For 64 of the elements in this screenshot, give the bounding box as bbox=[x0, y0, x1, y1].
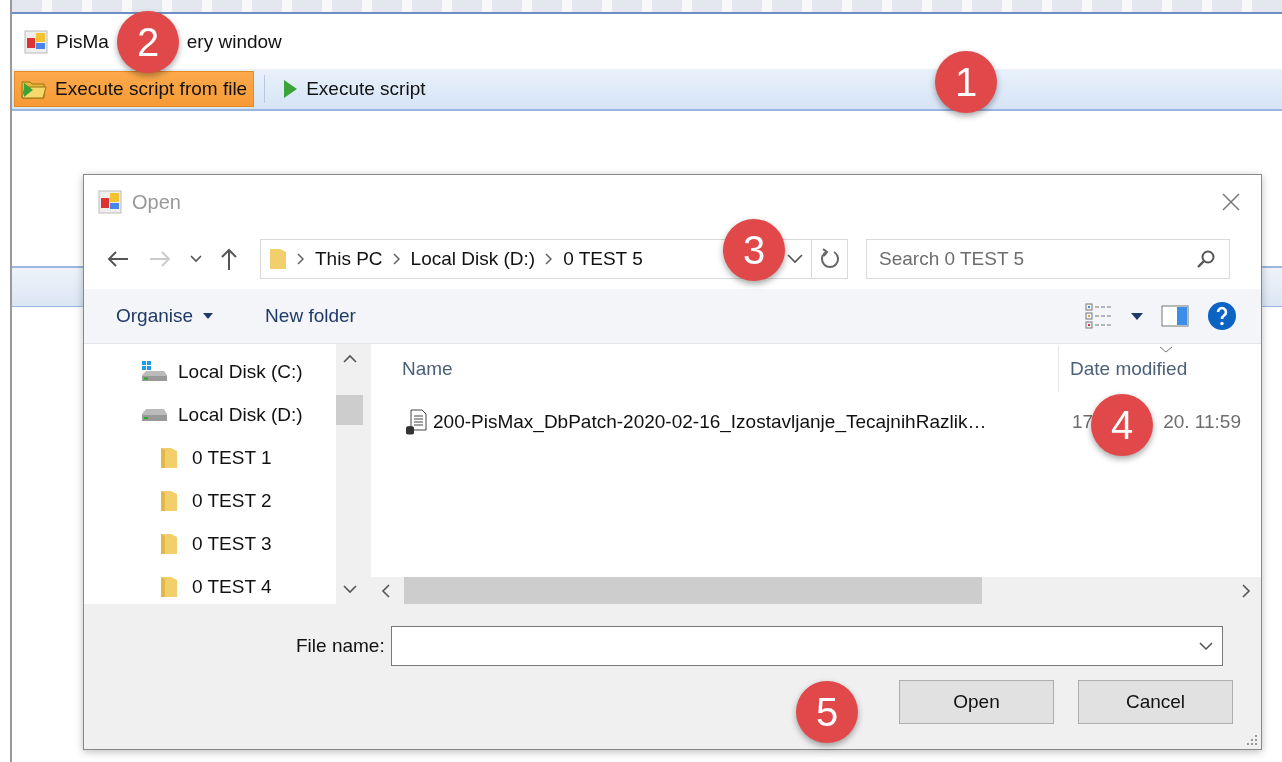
search-field[interactable]: Search 0 TEST 5 bbox=[866, 239, 1230, 279]
preview-pane-icon[interactable] bbox=[1161, 305, 1189, 327]
close-icon[interactable] bbox=[1221, 192, 1241, 212]
chevron-down-icon[interactable] bbox=[190, 255, 202, 263]
breadcrumb-item[interactable]: Local Disk (D:) bbox=[410, 248, 536, 270]
breadcrumb-item[interactable]: 0 TEST 5 bbox=[563, 248, 643, 270]
up-arrow-icon[interactable] bbox=[220, 247, 238, 271]
play-icon bbox=[282, 79, 299, 99]
view-list-icon[interactable] bbox=[1085, 303, 1113, 329]
column-header[interactable]: Date modified bbox=[1059, 346, 1188, 392]
app-icon bbox=[98, 190, 122, 214]
toolbar-button[interactable]: Execute script from file bbox=[14, 71, 255, 107]
folder-icon bbox=[160, 445, 178, 470]
help-icon[interactable] bbox=[1207, 301, 1237, 331]
chevron-right-icon bbox=[297, 253, 305, 265]
nav-item[interactable]: 0 TEST 1 bbox=[84, 436, 336, 479]
script-file-icon bbox=[405, 409, 427, 435]
folder-play-icon bbox=[21, 78, 47, 100]
scroll-down-icon[interactable] bbox=[342, 585, 357, 594]
file-name-label: File name: bbox=[296, 635, 385, 657]
drive-icon bbox=[140, 360, 168, 383]
refresh-icon bbox=[818, 248, 841, 270]
app-icon bbox=[24, 29, 48, 54]
refresh-button[interactable] bbox=[812, 239, 848, 279]
file-date: 17 bbox=[1072, 411, 1094, 433]
dialog-title: Open bbox=[132, 190, 181, 214]
scrollbar-thumb[interactable] bbox=[404, 577, 982, 604]
folder-icon bbox=[160, 531, 178, 556]
drive-icon bbox=[140, 407, 168, 422]
chevron-down-icon[interactable] bbox=[787, 254, 803, 264]
file-name-field[interactable] bbox=[390, 626, 1223, 666]
scroll-up-icon[interactable] bbox=[342, 354, 357, 363]
breadcrumb-item[interactable]: This PC bbox=[315, 248, 383, 270]
nav-item[interactable]: 0 TEST 4 bbox=[84, 565, 336, 608]
caret-icon bbox=[203, 313, 214, 319]
caret-icon[interactable] bbox=[1131, 312, 1143, 320]
nav-item[interactable]: Local Disk (C:) bbox=[84, 350, 336, 393]
folder-icon bbox=[160, 488, 178, 513]
command-button[interactable]: Organise bbox=[106, 301, 224, 331]
search-icon bbox=[1196, 249, 1216, 269]
dialog-button[interactable]: Cancel bbox=[1078, 680, 1233, 724]
scroll-right-icon[interactable] bbox=[1242, 583, 1251, 598]
dialog-button[interactable]: Open bbox=[899, 680, 1054, 724]
toolbar-button[interactable]: Execute script bbox=[275, 71, 433, 107]
window-title: ery window bbox=[186, 30, 282, 53]
horizontal-scrollbar[interactable] bbox=[371, 577, 1261, 604]
back-arrow-icon[interactable] bbox=[106, 250, 130, 268]
scroll-left-icon[interactable] bbox=[381, 583, 390, 598]
file-date: 20. 11:59 bbox=[1163, 411, 1241, 433]
nav-item[interactable]: 0 TEST 2 bbox=[84, 479, 336, 522]
chevron-right-icon bbox=[545, 253, 554, 265]
folder-icon bbox=[269, 247, 287, 271]
command-button[interactable]: New folder bbox=[255, 301, 366, 331]
nav-item[interactable]: 0 TEST 3 bbox=[84, 522, 336, 565]
resize-grip-icon[interactable] bbox=[1246, 734, 1258, 746]
folder-icon bbox=[160, 574, 178, 599]
chevron-down-icon[interactable] bbox=[1198, 642, 1213, 650]
nav-item[interactable]: Local Disk (D:) bbox=[84, 393, 336, 436]
scrollbar-thumb[interactable] bbox=[336, 395, 363, 425]
file-name[interactable]: 200-PisMax_DbPatch-2020-02-16_Izostavljanje_TecajnihRazlik… bbox=[433, 411, 987, 433]
window-title: PisMa bbox=[56, 30, 109, 53]
column-header[interactable]: Name bbox=[371, 346, 1059, 392]
chevron-right-icon bbox=[392, 253, 401, 265]
sort-chevron-icon bbox=[1159, 346, 1173, 353]
